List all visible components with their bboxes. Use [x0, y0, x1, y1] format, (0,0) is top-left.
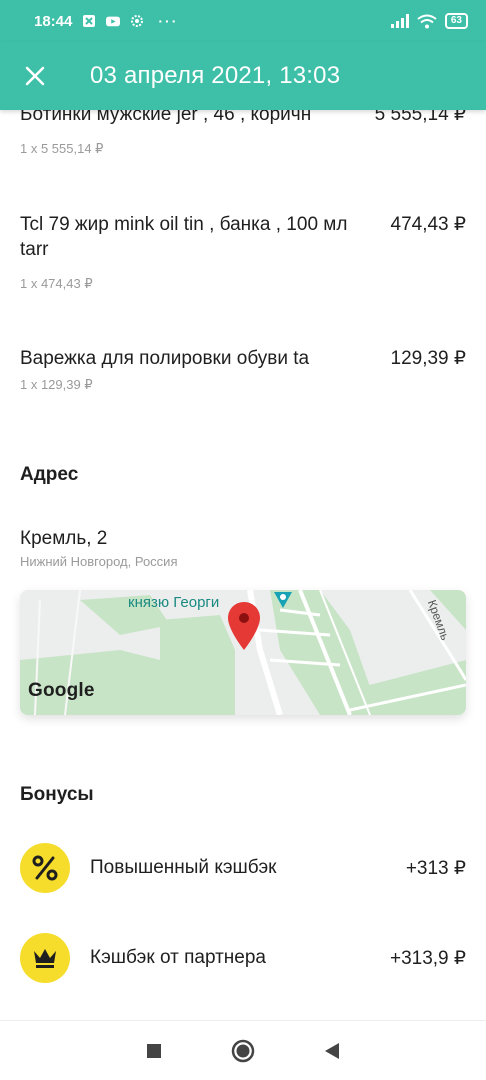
app-bar: 03 апреля 2021, 13:03 [0, 42, 486, 110]
map-poi-icon [272, 590, 294, 615]
app-notification-icon [83, 15, 96, 27]
bonus-amount: +313 ₽ [405, 857, 466, 879]
system-nav-bar [0, 1020, 486, 1080]
bonuses-section-title: Бонусы [20, 784, 94, 805]
item-name: Ботинки мужские jer , 46 , коричн [20, 110, 312, 125]
map-poi-label: князю Георги [128, 594, 220, 611]
crown-icon [20, 933, 70, 983]
google-logo: Google [28, 680, 95, 701]
receipt-content[interactable]: Ботинки мужские jer , 46 , коричн 5 555,… [0, 110, 486, 1020]
item-quantity: 1 x 129,39 ₽ [20, 377, 93, 392]
back-button[interactable] [312, 1031, 352, 1071]
bonus-row[interactable]: Кэшбэк от партнера +313,9 ₽ [20, 933, 466, 983]
signal-icon [390, 14, 409, 28]
bonus-row[interactable]: Повышенный кэшбэк +313 ₽ [20, 843, 466, 893]
recents-button[interactable] [134, 1031, 174, 1071]
percent-icon [20, 843, 70, 893]
address-map[interactable]: князю Георги Кремль Google [20, 590, 466, 715]
bonus-label: Кэшбэк от партнера [90, 947, 266, 968]
gear-icon [131, 15, 144, 27]
address-city: Нижний Новгород, Россия [20, 554, 178, 569]
item-price: 474,43 ₽ [390, 214, 466, 235]
page-title: 03 апреля 2021, 13:03 [90, 62, 341, 89]
status-bar: 18:44 ··· 63 [0, 0, 486, 42]
bonus-label: Повышенный кэшбэк [90, 857, 277, 878]
list-item[interactable]: Варежка для полировки обуви ta 129,39 ₽ … [20, 346, 466, 393]
wifi-icon [417, 14, 437, 28]
battery-indicator: 63 [444, 13, 468, 29]
circle-icon [231, 1039, 255, 1062]
bonus-amount: +313,9 ₽ [389, 947, 466, 969]
item-name: Tcl 79 жир mink oil tin , банка , 100 мл… [20, 214, 348, 260]
square-icon [147, 1043, 162, 1058]
status-notification-icons: ··· [82, 13, 178, 29]
item-price: 129,39 ₽ [390, 348, 466, 369]
item-quantity: 1 x 474,43 ₽ [20, 276, 93, 291]
address-section-title: Адрес [20, 464, 79, 485]
more-notifications-icon: ··· [158, 13, 179, 29]
item-price: 5 555,14 ₽ [374, 110, 466, 125]
triangle-back-icon [324, 1042, 339, 1059]
item-name: Варежка для полировки обуви ta [20, 348, 310, 369]
list-item[interactable]: Tcl 79 жир mink oil tin , банка , 100 мл… [20, 212, 466, 292]
map-pin-icon [228, 602, 260, 655]
close-button[interactable] [0, 42, 70, 110]
item-quantity: 1 x 5 555,14 ₽ [20, 141, 104, 156]
status-time: 18:44 [34, 12, 73, 30]
list-item[interactable]: Ботинки мужские jer , 46 , коричн 5 555,… [20, 110, 466, 157]
close-icon [25, 66, 45, 86]
address-street: Кремль, 2 [20, 528, 108, 549]
youtube-icon [106, 16, 121, 27]
home-button[interactable] [223, 1031, 263, 1071]
